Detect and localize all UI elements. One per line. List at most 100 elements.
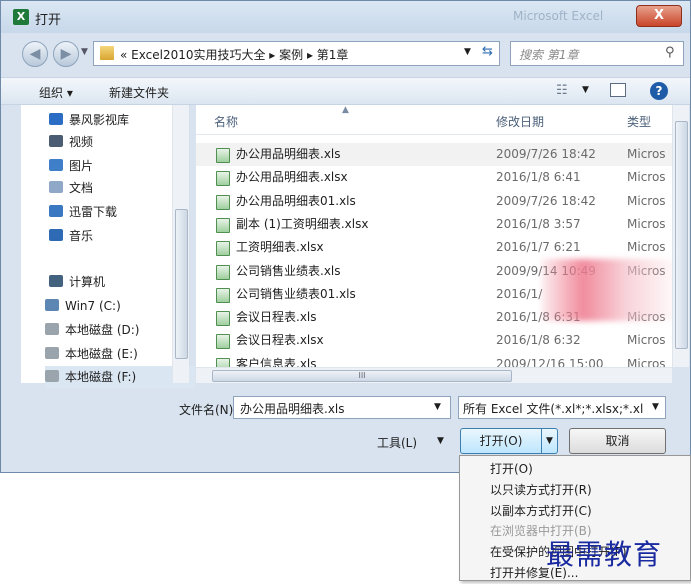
open-options-dropdown-icon[interactable]: ▼ — [541, 429, 557, 453]
tools-dropdown-icon[interactable]: ▼ — [437, 436, 444, 446]
filetype-dropdown-icon[interactable]: ▼ — [652, 402, 659, 412]
horizontal-scroll-thumb[interactable]: III — [212, 370, 512, 382]
column-date[interactable]: 修改日期 — [496, 113, 544, 130]
refresh-icon[interactable]: ⇆ — [482, 44, 493, 59]
organize-button[interactable]: 组织 ▾ — [39, 84, 73, 101]
sort-arrow-icon: ▲ — [342, 105, 349, 115]
pictures-icon — [49, 159, 63, 171]
thunder-download-icon — [49, 205, 63, 217]
redaction-blur — [541, 259, 681, 321]
nav-item-label: 本地磁盘 (E:) — [65, 347, 138, 361]
help-icon[interactable]: ? — [650, 82, 668, 100]
file-type: Micros — [627, 170, 666, 185]
nav-item-label: 视频 — [69, 135, 94, 149]
nav-item-label: 音乐 — [69, 229, 94, 243]
excel-file-icon — [216, 287, 230, 303]
nav-item-label: 计算机 — [69, 275, 106, 289]
open-button[interactable]: 打开(O) — [461, 429, 541, 453]
column-name[interactable]: 名称 — [214, 113, 238, 130]
file-row[interactable]: 工资明细表.xlsx 2016/1/7 6:21 Micros — [196, 236, 672, 259]
file-name: 工资明细表.xlsx — [236, 240, 324, 255]
documents-icon — [49, 181, 63, 193]
open-split-button[interactable]: 打开(O) ▼ — [460, 428, 558, 454]
video-library-icon — [49, 113, 63, 125]
drive-icon — [45, 323, 59, 335]
menu-item[interactable]: 打开(O) — [490, 459, 533, 480]
file-row[interactable]: 办公用品明细表01.xls 2009/7/26 18:42 Micros — [196, 190, 672, 213]
file-type: Micros — [627, 216, 666, 231]
column-type[interactable]: 类型 — [627, 113, 651, 130]
excel-file-icon — [216, 171, 230, 187]
excel-file-icon — [216, 264, 230, 280]
file-name: 副本 (1)工资明细表.xlsx — [236, 216, 369, 231]
file-name: 会议日程表.xlsx — [236, 333, 324, 348]
back-button[interactable]: ◀ — [22, 41, 48, 67]
file-name: 公司销售业绩表01.xls — [236, 286, 356, 301]
nav-item-label: 图片 — [69, 159, 94, 173]
navigation-pane: 暴风影视库 视频 图片 文档 迅雷下载 音乐 计算机 Win7 (C:) 本地磁盘 (D:) 本地… — [21, 105, 195, 388]
file-horizontal-scrollbar[interactable]: III — [196, 367, 672, 383]
music-icon — [49, 229, 63, 241]
file-name: 办公用品明细表01.xls — [236, 193, 356, 208]
filename-input[interactable]: 办公用品明细表.xls ▼ — [233, 396, 451, 419]
history-dropdown-icon[interactable]: ▼ — [81, 47, 88, 57]
file-vertical-scrollbar[interactable] — [672, 105, 689, 367]
drive-icon — [45, 347, 59, 359]
filename-dropdown-icon[interactable]: ▼ — [434, 402, 441, 412]
new-folder-button[interactable]: 新建文件夹 — [109, 84, 169, 101]
address-dropdown-icon[interactable]: ▼ — [464, 47, 471, 57]
file-date: 2009/7/26 18:42 — [496, 193, 596, 208]
close-button[interactable]: X — [636, 5, 682, 27]
filename-label: 文件名(N): — [179, 403, 238, 417]
excel-app-icon: X — [13, 9, 29, 25]
file-date: 2016/1/8 6:32 — [496, 333, 581, 348]
view-options-icon[interactable]: ☷ — [556, 83, 568, 98]
video-icon — [49, 135, 63, 147]
file-row[interactable]: 副本 (1)工资明细表.xlsx 2016/1/8 3:57 Micros — [196, 213, 672, 236]
column-header: 名称 ▲ 修改日期 类型 — [196, 105, 672, 135]
forward-button[interactable]: ▶ — [53, 41, 79, 67]
tools-button[interactable]: 工具(L) — [377, 434, 417, 451]
file-row[interactable]: 会议日程表.xlsx 2016/1/8 6:32 Micros — [196, 329, 672, 352]
file-row[interactable]: 办公用品明细表.xls 2009/7/26 18:42 Micros — [196, 143, 672, 166]
filetype-select[interactable]: 所有 Excel 文件(*.xl*;*.xlsx;*.xl ▼ — [458, 396, 666, 419]
nav-item-label: Win7 (C:) — [65, 299, 121, 313]
search-input[interactable]: 搜索 第1章 ⚲ — [510, 41, 684, 66]
open-dialog-window: X 打开 Microsoft Excel X ◀ ▶ ▼ « Excel2010… — [0, 0, 691, 473]
window-title: 打开 — [35, 13, 62, 28]
file-type: Micros — [627, 333, 666, 348]
nav-scroll-thumb[interactable] — [175, 209, 188, 359]
menu-item[interactable]: 以副本方式打开(C) — [490, 501, 592, 522]
drive-icon — [45, 370, 59, 382]
nav-item-label: 本地磁盘 (D:) — [65, 323, 140, 337]
breadcrumb[interactable]: « Excel2010实用技巧大全 ▸ 案例 ▸ 第1章 — [120, 46, 348, 63]
menu-item[interactable]: 以只读方式打开(R) — [490, 480, 592, 501]
excel-file-icon — [216, 334, 230, 350]
file-date: 2016/1/ — [496, 286, 543, 301]
excel-file-icon — [216, 311, 230, 327]
view-dropdown-icon[interactable]: ▼ — [582, 85, 589, 95]
preview-pane-icon[interactable] — [610, 83, 626, 97]
address-bar[interactable]: « Excel2010实用技巧大全 ▸ 案例 ▸ 第1章 ▼ ⇆ — [93, 41, 500, 66]
search-placeholder: 搜索 第1章 — [519, 48, 579, 62]
title-bar[interactable]: X 打开 Microsoft Excel X — [1, 1, 690, 33]
file-type: Micros — [627, 240, 666, 255]
nav-item-label: 本地磁盘 (F:) — [65, 370, 137, 384]
excel-file-icon — [216, 148, 230, 163]
search-icon[interactable]: ⚲ — [665, 45, 675, 60]
file-date: 2016/1/8 6:41 — [496, 170, 581, 185]
nav-scrollbar[interactable] — [172, 105, 189, 383]
cancel-button[interactable]: 取消 — [569, 428, 666, 454]
excel-file-icon — [216, 217, 230, 233]
file-row[interactable]: 办公用品明细表.xlsx 2016/1/8 6:41 Micros — [196, 166, 672, 189]
nav-item-label: 暴风影视库 — [69, 113, 130, 127]
excel-file-icon — [216, 241, 230, 257]
file-name: 公司销售业绩表.xls — [236, 263, 341, 278]
computer-icon — [49, 275, 63, 287]
file-scroll-thumb[interactable] — [675, 121, 688, 349]
file-type: Micros — [627, 193, 666, 208]
filetype-value: 所有 Excel 文件(*.xl*;*.xlsx;*.xl — [463, 402, 644, 416]
folder-icon — [100, 46, 114, 60]
command-toolbar: 组织 ▾ 新建文件夹 ☷ ▼ ? — [1, 77, 690, 105]
watermark-text: 最需教育 — [546, 538, 663, 571]
